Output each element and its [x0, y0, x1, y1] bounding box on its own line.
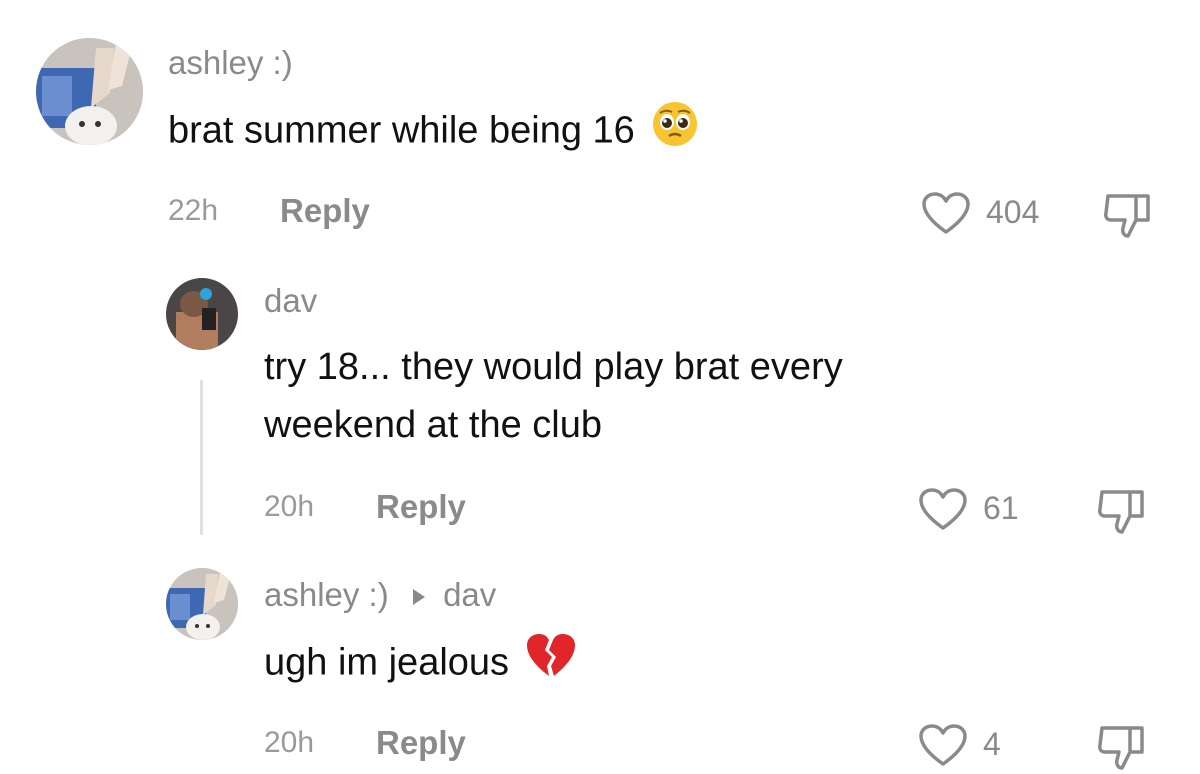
comment-username[interactable]: dav	[264, 282, 317, 320]
like-heart-icon[interactable]	[921, 192, 971, 236]
comment-3: ashley :) dav ugh im jealous 20h Reply 4	[0, 540, 1200, 774]
dislike-icon[interactable]	[1102, 190, 1154, 240]
like-count: 404	[986, 194, 1040, 230]
like-count: 4	[983, 726, 1001, 762]
comment-time: 22h	[168, 194, 219, 227]
reply-to-username[interactable]: dav	[443, 576, 496, 613]
pleading-face-icon	[651, 100, 699, 165]
dislike-icon[interactable]	[1096, 722, 1148, 772]
comment-text: ugh im jealous	[264, 641, 510, 684]
dislike-icon[interactable]	[1096, 486, 1148, 536]
avatar-photo	[166, 568, 238, 640]
like-count: 61	[983, 490, 1019, 526]
like-heart-icon[interactable]	[918, 724, 968, 768]
comment-username[interactable]: ashley :)	[264, 576, 389, 613]
comment-time: 20h	[264, 726, 315, 759]
reply-button[interactable]: Reply	[280, 192, 370, 230]
comment-text-row: ugh im jealous	[264, 632, 577, 697]
reply-button[interactable]: Reply	[376, 724, 466, 762]
comment-1: ashley :) brat summer while being 16 22h…	[0, 0, 1200, 260]
comment-2: dav try 18... they would play brat every…	[0, 260, 1200, 540]
comment-text-line-1: try 18... they would play brat every	[264, 346, 843, 388]
reply-arrow-icon	[412, 588, 426, 606]
comment-text-line-2: weekend at the club	[264, 404, 603, 446]
comment-time: 20h	[264, 490, 315, 523]
avatar-photo	[36, 38, 143, 145]
broken-heart-icon	[525, 632, 577, 697]
like-heart-icon[interactable]	[918, 488, 968, 532]
avatar[interactable]	[166, 568, 238, 640]
comment-username[interactable]: ashley :)	[168, 44, 293, 82]
comment-username-row: ashley :) dav	[264, 576, 496, 614]
comment-text-row: brat summer while being 16	[168, 100, 699, 165]
avatar[interactable]	[36, 38, 143, 145]
avatar[interactable]	[166, 278, 238, 350]
reply-button[interactable]: Reply	[376, 488, 466, 526]
avatar-photo	[166, 278, 238, 350]
comment-text: brat summer while being 16	[168, 109, 635, 152]
